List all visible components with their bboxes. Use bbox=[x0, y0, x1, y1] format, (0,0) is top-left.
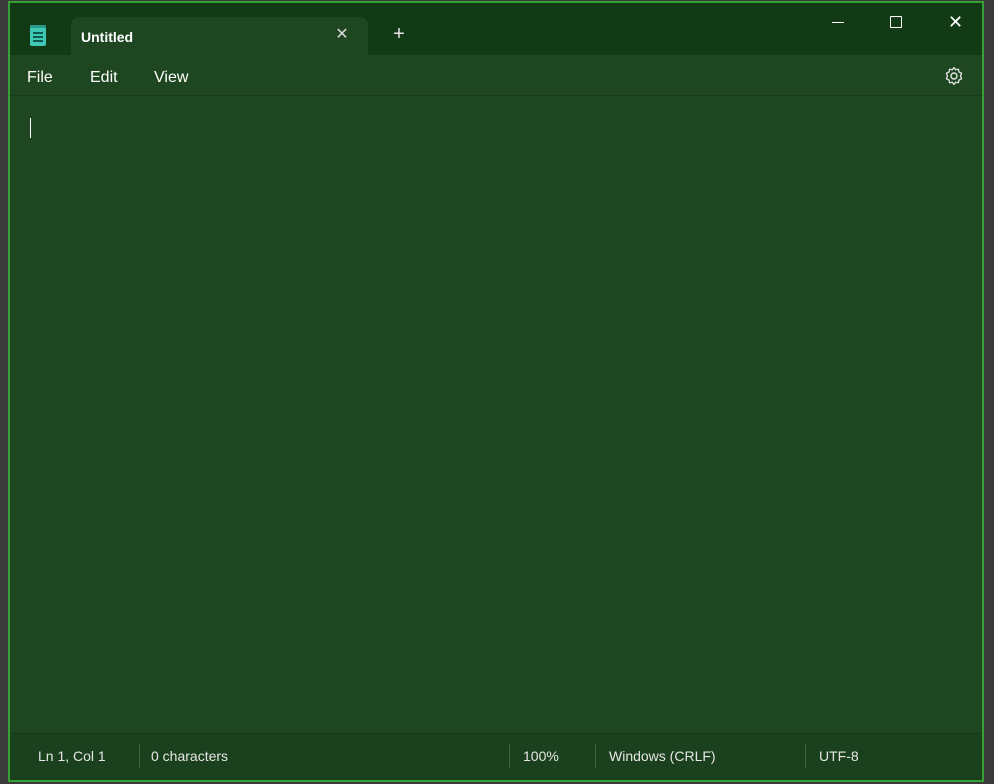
menu-edit[interactable]: Edit bbox=[90, 69, 118, 87]
status-bar: Ln 1, Col 1 0 characters 100% Windows (C… bbox=[10, 733, 982, 780]
text-editor[interactable] bbox=[10, 96, 982, 735]
encoding[interactable]: UTF-8 bbox=[819, 748, 859, 764]
line-ending[interactable]: Windows (CRLF) bbox=[609, 748, 716, 764]
menu-file[interactable]: File bbox=[27, 69, 53, 87]
text-caret bbox=[30, 118, 31, 138]
status-divider bbox=[805, 744, 806, 768]
minimize-icon bbox=[832, 22, 844, 23]
zoom-level[interactable]: 100% bbox=[523, 748, 559, 764]
gear-icon[interactable] bbox=[944, 66, 964, 86]
maximize-button[interactable] bbox=[867, 3, 925, 43]
close-window-button[interactable]: ✕ bbox=[926, 3, 982, 43]
cursor-position: Ln 1, Col 1 bbox=[38, 748, 106, 764]
tab-close-icon[interactable]: ✕ bbox=[334, 27, 350, 43]
title-bar[interactable]: Untitled ✕ + ✕ bbox=[10, 3, 982, 55]
menu-bar: File Edit View bbox=[10, 55, 982, 96]
tab-untitled[interactable]: Untitled ✕ bbox=[71, 17, 368, 55]
tab-title: Untitled bbox=[81, 29, 134, 45]
close-icon: ✕ bbox=[948, 12, 964, 32]
notepad-window: Untitled ✕ + ✕ File Edit View Ln 1, Col … bbox=[8, 1, 984, 782]
minimize-button[interactable] bbox=[809, 3, 867, 43]
status-divider bbox=[595, 744, 596, 768]
notepad-icon bbox=[30, 25, 46, 46]
status-divider bbox=[139, 744, 140, 768]
character-count: 0 characters bbox=[151, 748, 229, 764]
maximize-icon bbox=[890, 16, 902, 28]
vertical-scrollbar[interactable] bbox=[976, 96, 982, 735]
status-divider bbox=[509, 744, 510, 768]
menu-view[interactable]: View bbox=[154, 69, 188, 87]
new-tab-button[interactable]: + bbox=[390, 24, 408, 44]
